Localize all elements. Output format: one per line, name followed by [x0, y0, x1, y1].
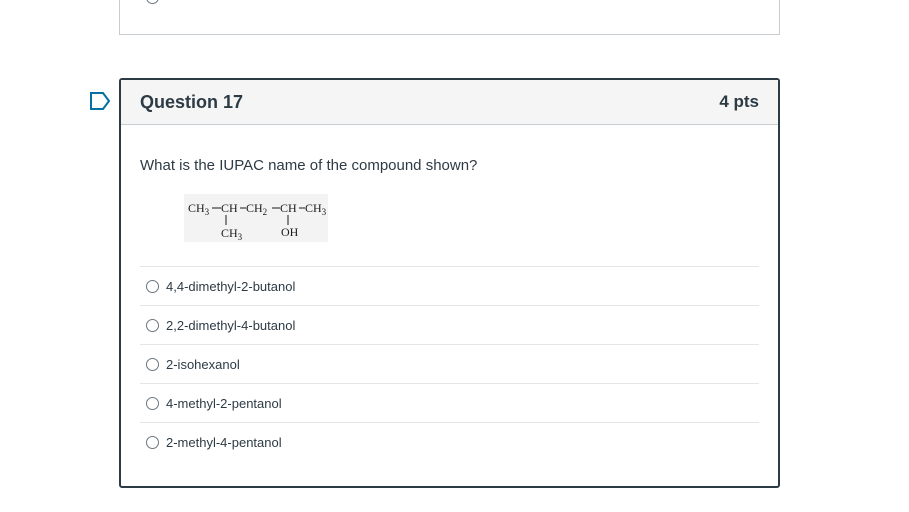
- formula-branch-oh: OH: [281, 225, 299, 239]
- answer-option[interactable]: 2-isohexanol: [140, 344, 759, 383]
- radio-circle-icon[interactable]: [146, 435, 159, 449]
- previous-question-card: [119, 0, 780, 35]
- question-header: Question 17 4 pts: [121, 80, 778, 125]
- radio-circle-icon[interactable]: [146, 357, 159, 371]
- radio-circle-icon[interactable]: [146, 279, 159, 293]
- formula-branch-ch3: CH3: [221, 226, 243, 242]
- radio-circle-icon[interactable]: [146, 318, 159, 332]
- answer-label: 2-methyl-4-pentanol: [166, 434, 282, 450]
- structural-formula-image: CH3 CH CH2 CH CH3 CH3 OH: [184, 194, 328, 242]
- bookmark-flag-icon[interactable]: [90, 92, 110, 110]
- question-card: Question 17 4 pts What is the IUPAC name…: [119, 78, 780, 488]
- radio-circle-icon[interactable]: [146, 396, 159, 410]
- question-body: What is the IUPAC name of the compound s…: [121, 157, 778, 461]
- formula-atom-ch-1: CH: [221, 201, 238, 215]
- formula-atom-ch-2: CH: [280, 201, 297, 215]
- question-text: What is the IUPAC name of the compound s…: [140, 157, 478, 174]
- answer-label: 4-methyl-2-pentanol: [166, 395, 282, 411]
- answer-option[interactable]: 4-methyl-2-pentanol: [140, 383, 759, 422]
- answer-label: 4,4-dimethyl-2-butanol: [166, 278, 296, 294]
- answer-label: 2-isohexanol: [166, 356, 240, 372]
- answer-option[interactable]: 2-methyl-4-pentanol: [140, 422, 759, 461]
- answer-option[interactable]: 4,4-dimethyl-2-butanol: [140, 266, 759, 305]
- question-points: 4 pts: [719, 92, 759, 111]
- radio-circle-icon[interactable]: [146, 0, 159, 4]
- formula-main-chain: CH3 CH CH2 CH CH3: [188, 201, 327, 217]
- formula-atom-ch3-right: CH3: [305, 201, 327, 217]
- formula-atom-ch2: CH2: [246, 201, 267, 217]
- question-title: Question 17: [140, 91, 244, 112]
- answer-label: 2,2-dimethyl-4-butanol: [166, 317, 296, 333]
- answer-option[interactable]: 2,2-dimethyl-4-butanol: [140, 305, 759, 344]
- formula-atom-ch3-left: CH3: [188, 201, 210, 217]
- answer-list: 4,4-dimethyl-2-butanol 2,2-dimethyl-4-bu…: [140, 266, 759, 461]
